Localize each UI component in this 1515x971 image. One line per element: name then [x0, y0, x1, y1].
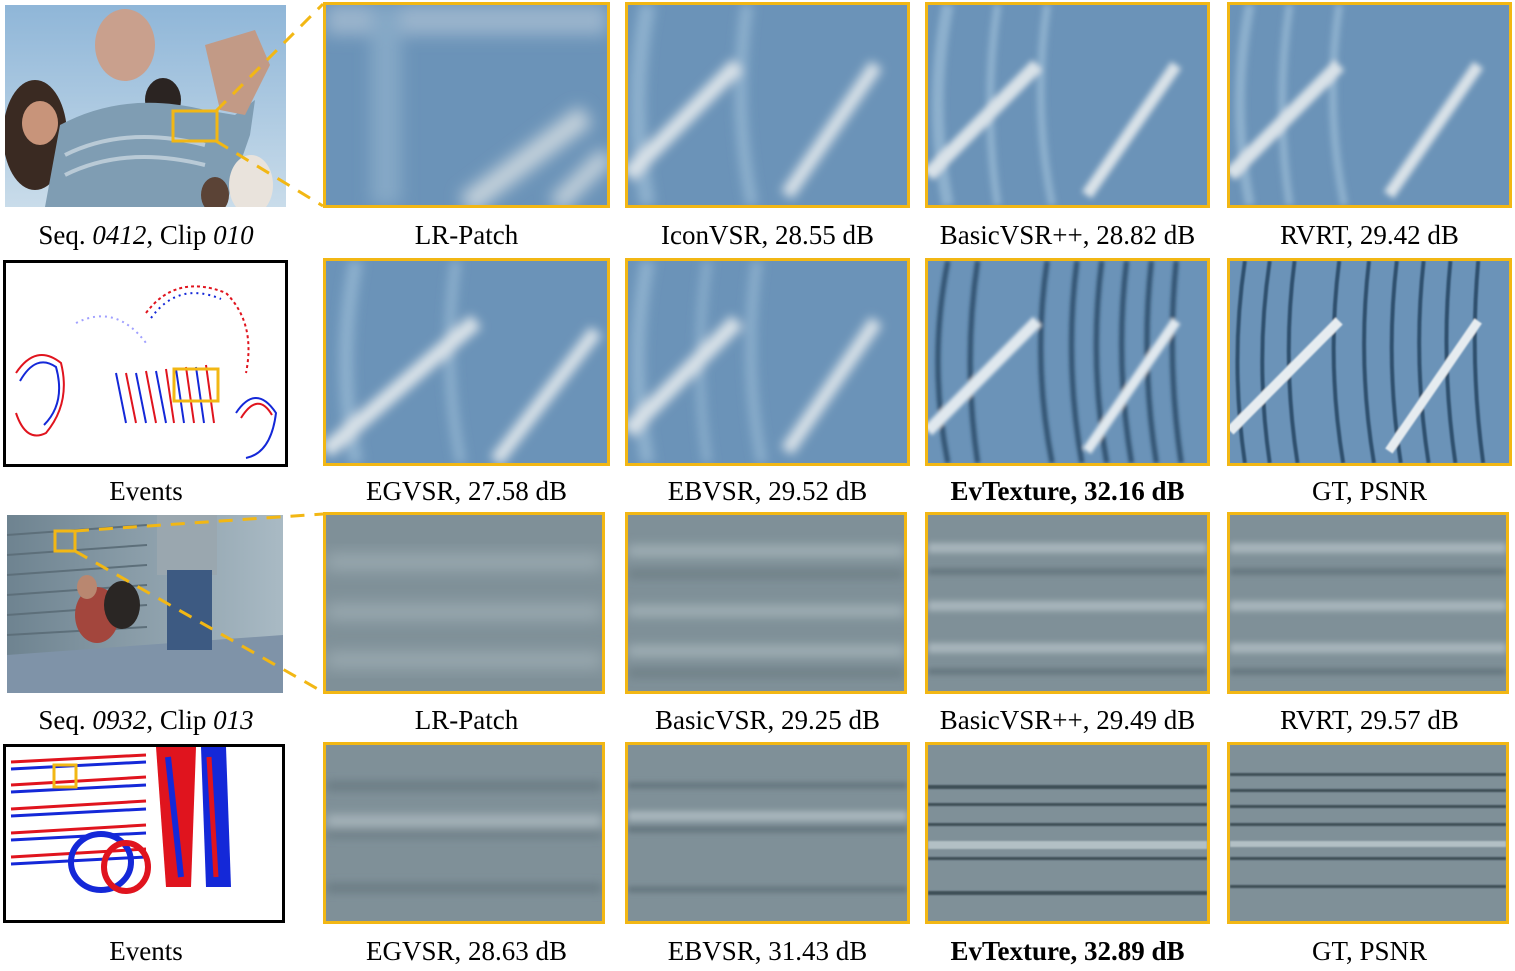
zoom-connector-lines: [74, 2, 325, 694]
